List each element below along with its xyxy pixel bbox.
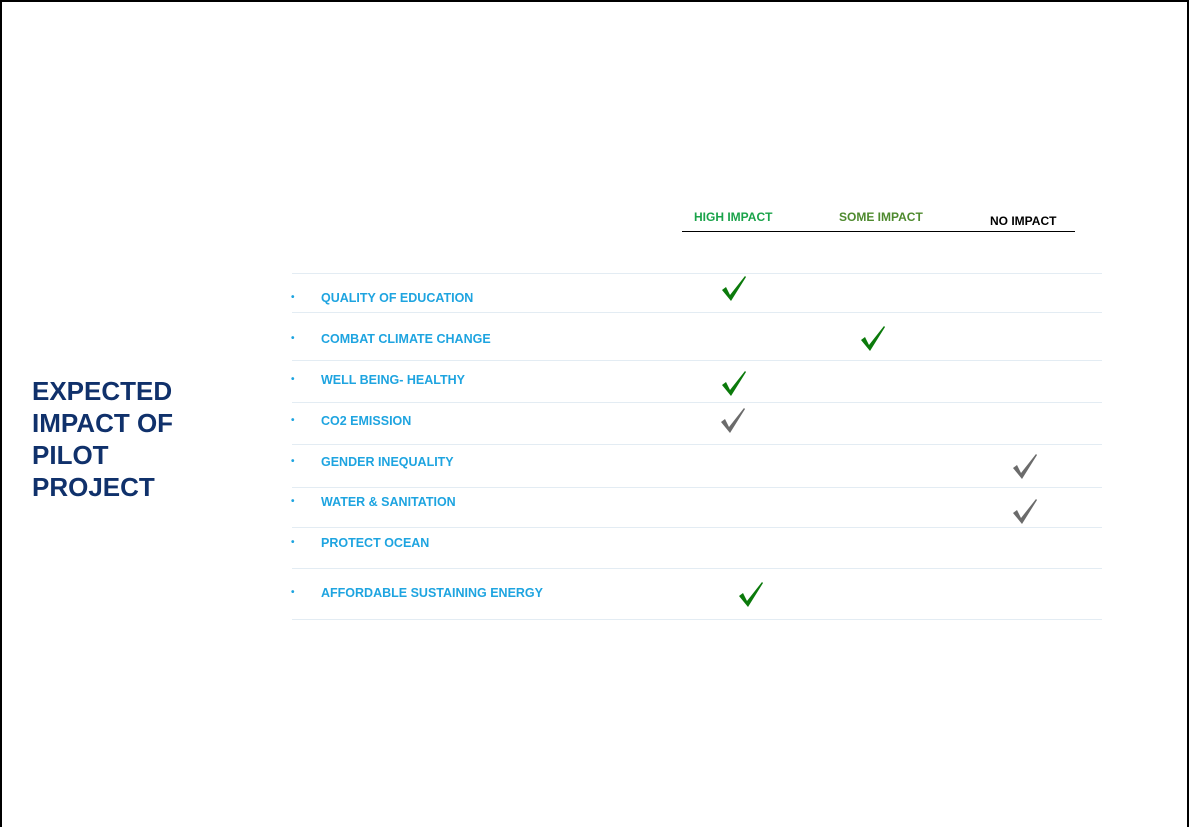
item-label: PROTECT OCEAN (321, 536, 430, 550)
item-label: WELL BEING- HEALTHY (321, 373, 465, 387)
row-divider (292, 527, 1102, 528)
row-divider (292, 619, 1102, 620)
bullet: • (291, 292, 295, 303)
check-icon (720, 369, 748, 397)
column-header-no-impact: NO IMPACT (990, 214, 1057, 228)
row-divider (292, 487, 1102, 488)
column-header-some-impact: SOME IMPACT (839, 210, 923, 224)
bullet: • (291, 333, 295, 344)
bullet: • (291, 456, 295, 467)
header-divider (682, 231, 1075, 232)
item-label: AFFORDABLE SUSTAINING ENERGY (321, 586, 543, 600)
check-icon (719, 406, 747, 434)
column-header-high-impact: HIGH IMPACT (694, 210, 773, 224)
check-icon (737, 580, 765, 608)
row-divider (292, 273, 1102, 274)
check-icon (1011, 452, 1039, 480)
item-label: WATER & SANITATION (321, 495, 456, 509)
list-item: • CO2 EMISSION (291, 414, 551, 428)
list-item: • GENDER INEQUALITY (291, 455, 551, 469)
row-divider (292, 444, 1102, 445)
item-label: COMBAT CLIMATE CHANGE (321, 332, 491, 346)
row-divider (292, 360, 1102, 361)
row-divider (292, 312, 1102, 313)
check-icon (1011, 497, 1039, 525)
list-item: • WATER & SANITATION (291, 495, 551, 509)
list-item: • PROTECT OCEAN (291, 536, 551, 550)
slide: EXPECTED IMPACT OF PILOT PROJECT HIGH IM… (0, 0, 1189, 827)
check-icon (859, 324, 887, 352)
slide-title: EXPECTED IMPACT OF PILOT PROJECT (32, 376, 174, 502)
bullet: • (291, 415, 295, 426)
item-label: QUALITY OF EDUCATION (321, 291, 474, 305)
bullet: • (291, 374, 295, 385)
bullet: • (291, 496, 295, 507)
list-item: • WELL BEING- HEALTHY (291, 373, 551, 387)
bullet: • (291, 537, 295, 548)
bullet: • (291, 587, 295, 598)
row-divider (292, 402, 1102, 403)
item-label: CO2 EMISSION (321, 414, 412, 428)
list-item: • AFFORDABLE SUSTAINING ENERGY (291, 586, 551, 600)
list-item: • QUALITY OF EDUCATION (291, 291, 551, 305)
row-divider (292, 568, 1102, 569)
item-label: GENDER INEQUALITY (321, 455, 454, 469)
check-icon (720, 274, 748, 302)
list-item: • COMBAT CLIMATE CHANGE (291, 332, 551, 346)
